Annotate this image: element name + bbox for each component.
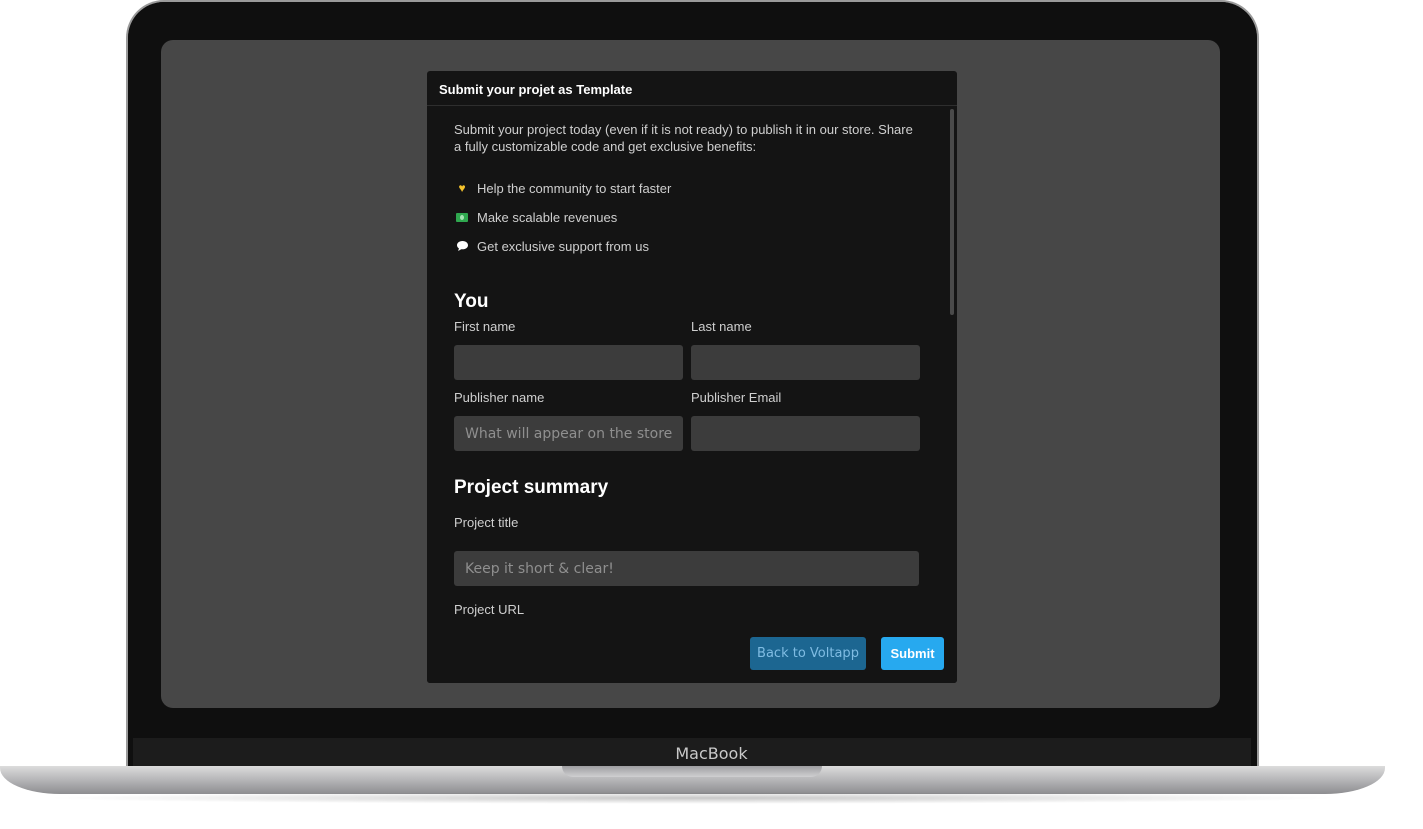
publisher-name-input[interactable] [454,416,683,451]
list-item: Make scalable revenues [454,210,919,239]
modal-footer: Back to Voltapp Submit [427,625,957,683]
heart-hands-icon: ♥ [458,181,466,195]
last-name-input[interactable] [691,345,920,380]
last-name-label: Last name [691,319,752,334]
money-icon [454,210,470,224]
publisher-email-label: Publisher Email [691,390,782,405]
benefit-label: Get exclusive support from us [477,239,649,254]
scrollbar-thumb[interactable] [950,109,954,315]
list-item: ♥ Help the community to start faster [454,181,919,210]
publisher-email-input[interactable] [691,416,920,451]
project-title-label: Project title [454,515,519,530]
list-item: Get exclusive support from us [454,239,919,268]
laptop-base-notch [562,766,822,777]
first-name-label: First name [454,319,516,334]
modal-title: Submit your projet as Template [427,71,957,106]
submit-template-modal: Submit your projet as Template Submit yo… [427,71,957,683]
laptop-shadow [40,792,1345,804]
benefit-label: Help the community to start faster [477,181,672,196]
first-name-input[interactable] [454,345,683,380]
submit-button[interactable]: Submit [881,637,944,670]
back-to-voltapp-button[interactable]: Back to Voltapp [750,637,866,670]
modal-body[interactable]: Submit your project today (even if it is… [427,107,957,625]
section-heading-you: You [454,291,489,312]
device-brand: MacBook [675,744,748,763]
intro-text: Submit your project today (even if it is… [454,122,913,154]
publisher-name-label: Publisher name [454,390,545,405]
project-title-input[interactable] [454,551,919,586]
speech-bubble-icon [454,239,470,253]
benefits-list: ♥ Help the community to start faster Mak… [454,181,919,268]
project-url-label: Project URL [454,602,525,617]
section-heading-project-summary: Project summary [454,477,609,498]
benefit-label: Make scalable revenues [477,210,618,225]
